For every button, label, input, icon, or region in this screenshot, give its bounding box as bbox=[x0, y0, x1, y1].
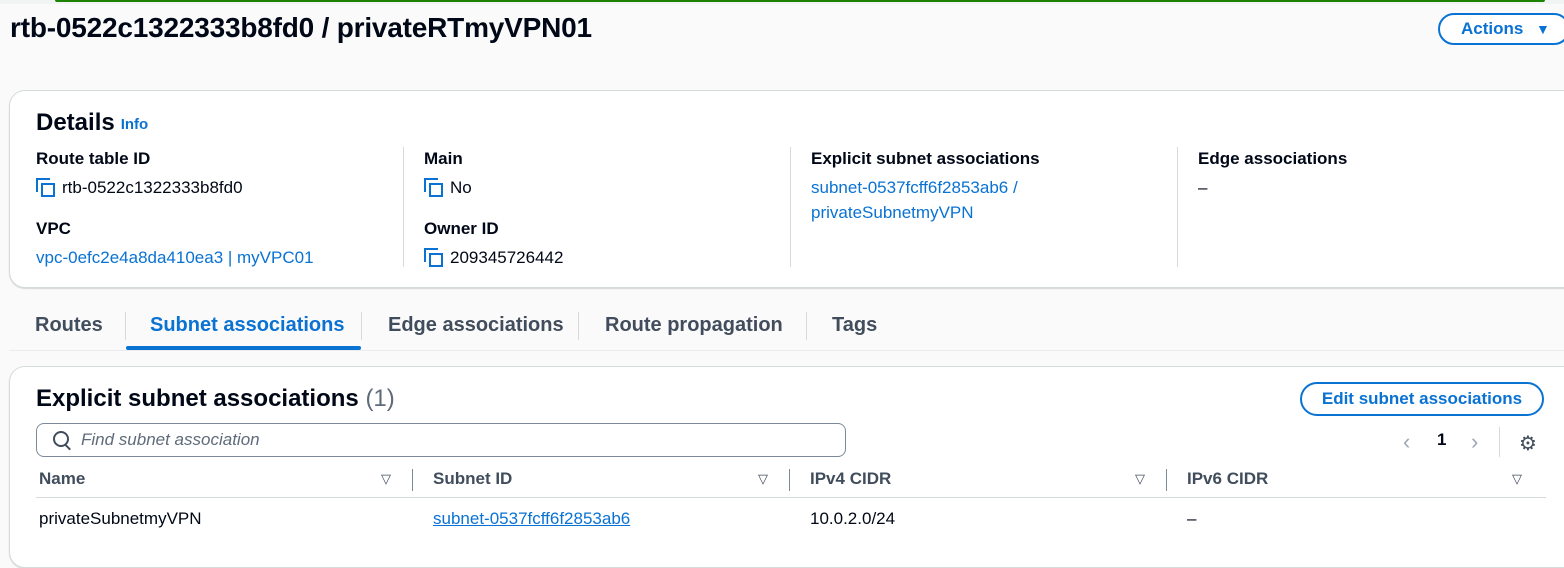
column-resizer[interactable] bbox=[789, 469, 790, 491]
item-count: (1) bbox=[365, 385, 395, 412]
tab-divider bbox=[125, 312, 126, 340]
chevron-right-icon[interactable]: › bbox=[1471, 429, 1478, 455]
explicit-associations-label: Explicit subnet associations bbox=[811, 149, 1040, 168]
column-header-subnet-id[interactable]: Subnet ID bbox=[433, 469, 512, 489]
copy-icon[interactable] bbox=[424, 178, 443, 197]
cell-name: privateSubnetmyVPN bbox=[39, 509, 202, 528]
tab-bar: Routes Subnet associations Edge associat… bbox=[9, 304, 1564, 351]
main-value: No bbox=[450, 178, 472, 197]
details-panel: Details Info Route table ID rtb-0522c1322… bbox=[9, 90, 1564, 288]
gear-icon[interactable]: ⚙ bbox=[1519, 431, 1537, 456]
column-resizer[interactable] bbox=[412, 469, 413, 491]
tab-route-propagation[interactable]: Route propagation bbox=[605, 314, 783, 337]
vpc-field: VPC vpc-0efc2e4a8da410ea3 | myVPC01 bbox=[36, 219, 314, 270]
cell-subnet-id-link[interactable]: subnet-0537fcff6f2853ab6 bbox=[433, 509, 630, 529]
table-row: privateSubnetmyVPN subnet-0537fcff6f2853… bbox=[36, 499, 1546, 539]
tab-routes[interactable]: Routes bbox=[35, 314, 103, 337]
panel-heading: Explicit subnet associations (1) bbox=[36, 385, 395, 413]
search-box bbox=[36, 423, 846, 457]
edge-associations-field: Edge associations – bbox=[1198, 149, 1347, 200]
active-tab-indicator bbox=[126, 346, 361, 350]
cell-ipv6-cidr: – bbox=[1187, 509, 1197, 528]
column-divider bbox=[1177, 147, 1178, 267]
edit-subnet-associations-button[interactable]: Edit subnet associations bbox=[1300, 382, 1544, 416]
owner-id-value: 209345726442 bbox=[450, 248, 564, 267]
sort-icon[interactable]: ▽ bbox=[1135, 471, 1145, 487]
owner-id-label: Owner ID bbox=[424, 219, 499, 238]
sort-icon[interactable]: ▽ bbox=[1512, 471, 1522, 487]
explicit-associations-panel: Explicit subnet associations (1) Edit su… bbox=[9, 366, 1564, 568]
pagination-divider bbox=[1499, 427, 1500, 457]
copy-icon[interactable] bbox=[424, 248, 443, 267]
explicit-associations-field: Explicit subnet associations subnet-0537… bbox=[811, 149, 1040, 225]
main-field: Main No bbox=[424, 149, 472, 200]
column-divider bbox=[403, 147, 404, 267]
page-title: rtb-0522c1322333b8fd0 / privateRTmyVPN01 bbox=[10, 12, 592, 43]
explicit-association-line1: subnet-0537fcff6f2853ab6 / bbox=[811, 178, 1018, 197]
tab-subnet-associations[interactable]: Subnet associations bbox=[150, 314, 345, 337]
column-divider bbox=[790, 147, 791, 267]
search-input[interactable] bbox=[81, 424, 831, 456]
explicit-association-line2: privateSubnetmyVPN bbox=[811, 203, 974, 222]
tab-divider bbox=[806, 312, 807, 340]
edge-associations-label: Edge associations bbox=[1198, 149, 1348, 168]
route-table-id-value: rtb-0522c1322333b8fd0 bbox=[62, 178, 243, 197]
caret-down-icon: ▼ bbox=[1536, 21, 1550, 37]
sort-icon[interactable]: ▽ bbox=[381, 471, 391, 487]
tab-divider bbox=[361, 312, 362, 340]
route-table-id-label: Route table ID bbox=[36, 149, 151, 168]
details-heading: Details Info bbox=[36, 109, 148, 137]
info-link[interactable]: Info bbox=[121, 116, 149, 133]
panel-title: Explicit subnet associations bbox=[36, 385, 359, 412]
search-icon bbox=[53, 431, 69, 447]
details-title: Details bbox=[36, 109, 115, 136]
main-label: Main bbox=[424, 149, 463, 168]
owner-id-field: Owner ID 209345726442 bbox=[424, 219, 563, 270]
column-header-ipv6-cidr[interactable]: IPv6 CIDR bbox=[1187, 469, 1268, 489]
vpc-link[interactable]: vpc-0efc2e4a8da410ea3 | myVPC01 bbox=[36, 245, 314, 270]
chevron-left-icon[interactable]: ‹ bbox=[1403, 429, 1410, 455]
table-header: Name ▽ Subnet ID ▽ IPv4 CIDR ▽ IPv6 CIDR… bbox=[36, 465, 1546, 498]
vpc-label: VPC bbox=[36, 219, 71, 238]
actions-button-label: Actions bbox=[1461, 19, 1524, 38]
explicit-association-link[interactable]: subnet-0537fcff6f2853ab6 / privateSubnet… bbox=[811, 175, 1040, 225]
page-number[interactable]: 1 bbox=[1437, 430, 1446, 450]
tab-divider bbox=[578, 312, 579, 340]
cell-ipv4-cidr: 10.0.2.0/24 bbox=[810, 509, 896, 528]
column-header-name[interactable]: Name bbox=[39, 469, 85, 489]
tab-tags[interactable]: Tags bbox=[832, 314, 877, 337]
tab-edge-associations[interactable]: Edge associations bbox=[388, 314, 564, 337]
copy-icon[interactable] bbox=[36, 178, 55, 197]
pagination: ‹ 1 › ⚙ bbox=[1395, 427, 1564, 457]
route-table-id-field: Route table ID rtb-0522c1322333b8fd0 bbox=[36, 149, 243, 200]
sort-icon[interactable]: ▽ bbox=[758, 471, 768, 487]
edge-associations-value: – bbox=[1198, 178, 1208, 197]
column-header-ipv4-cidr[interactable]: IPv4 CIDR bbox=[810, 469, 891, 489]
column-resizer[interactable] bbox=[1166, 469, 1167, 491]
flash-success-bar bbox=[0, 0, 1564, 4]
actions-button[interactable]: Actions ▼ bbox=[1438, 13, 1564, 45]
